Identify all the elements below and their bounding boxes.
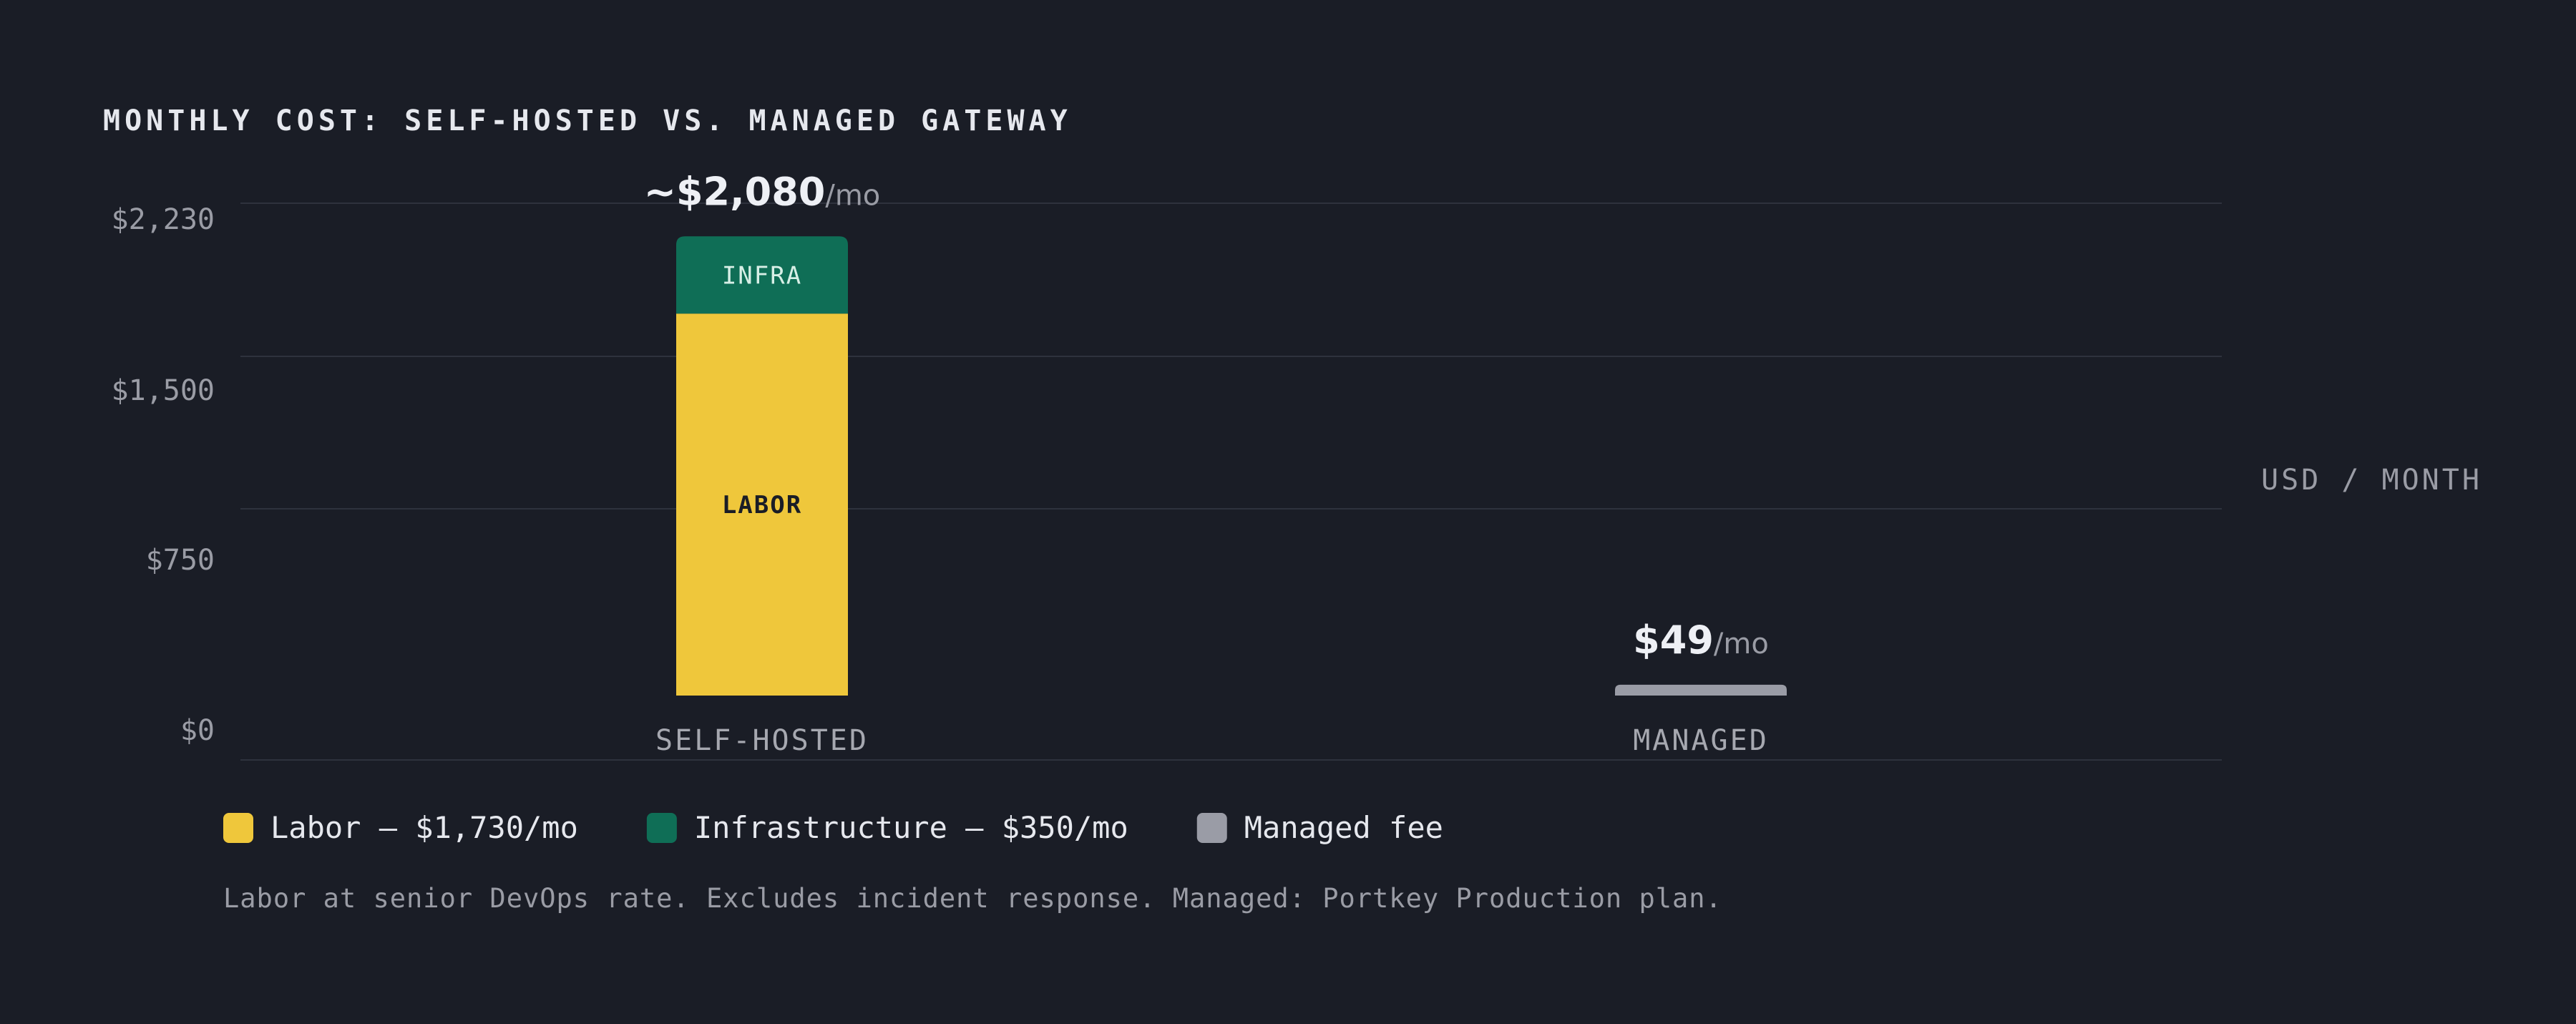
x-tick-label: SELF-HOSTED (655, 724, 869, 757)
y-tick-label: $2,230 (112, 203, 215, 236)
bar-segment-label: LABOR (722, 491, 802, 520)
y-tick-label: $1,500 (112, 374, 215, 407)
legend-swatch (1196, 813, 1227, 843)
y-axis-ticks: $0 $750 $1,500 $2,230 (112, 203, 215, 747)
unit-label: USD / MONTH (2261, 464, 2482, 497)
bar-total-label: $49/mo (1633, 618, 1769, 663)
bar-segment-label: INFRA (722, 261, 802, 290)
legend-swatch (223, 813, 253, 843)
legend-swatch (646, 813, 677, 843)
legend-entry: Managed fee (1244, 810, 1443, 845)
bar-total-label: ~$2,080/mo (644, 169, 881, 214)
y-tick-label: $750 (146, 544, 215, 577)
footnote: Labor at senior DevOps rate. Excludes in… (223, 883, 1722, 914)
x-axis-ticks: SELF-HOSTED MANAGED (655, 724, 1769, 757)
bar-segment-managed-fee (1615, 684, 1787, 696)
y-tick-label: $0 (180, 714, 215, 747)
legend: Labor — $1,730/mo Infrastructure — $350/m… (223, 810, 1443, 845)
gridlines (240, 203, 2222, 761)
legend-entry: Infrastructure — $350/mo (694, 810, 1128, 845)
cost-comparison-chart: MONTHLY COST: SELF-HOSTED VS. MANAGED GA… (103, 104, 2482, 914)
chart-title: MONTHLY COST: SELF-HOSTED VS. MANAGED GA… (103, 104, 1072, 137)
legend-entry: Labor — $1,730/mo (270, 810, 578, 845)
bars: LABOR INFRA (676, 236, 1787, 696)
x-tick-label: MANAGED (1633, 724, 1769, 757)
